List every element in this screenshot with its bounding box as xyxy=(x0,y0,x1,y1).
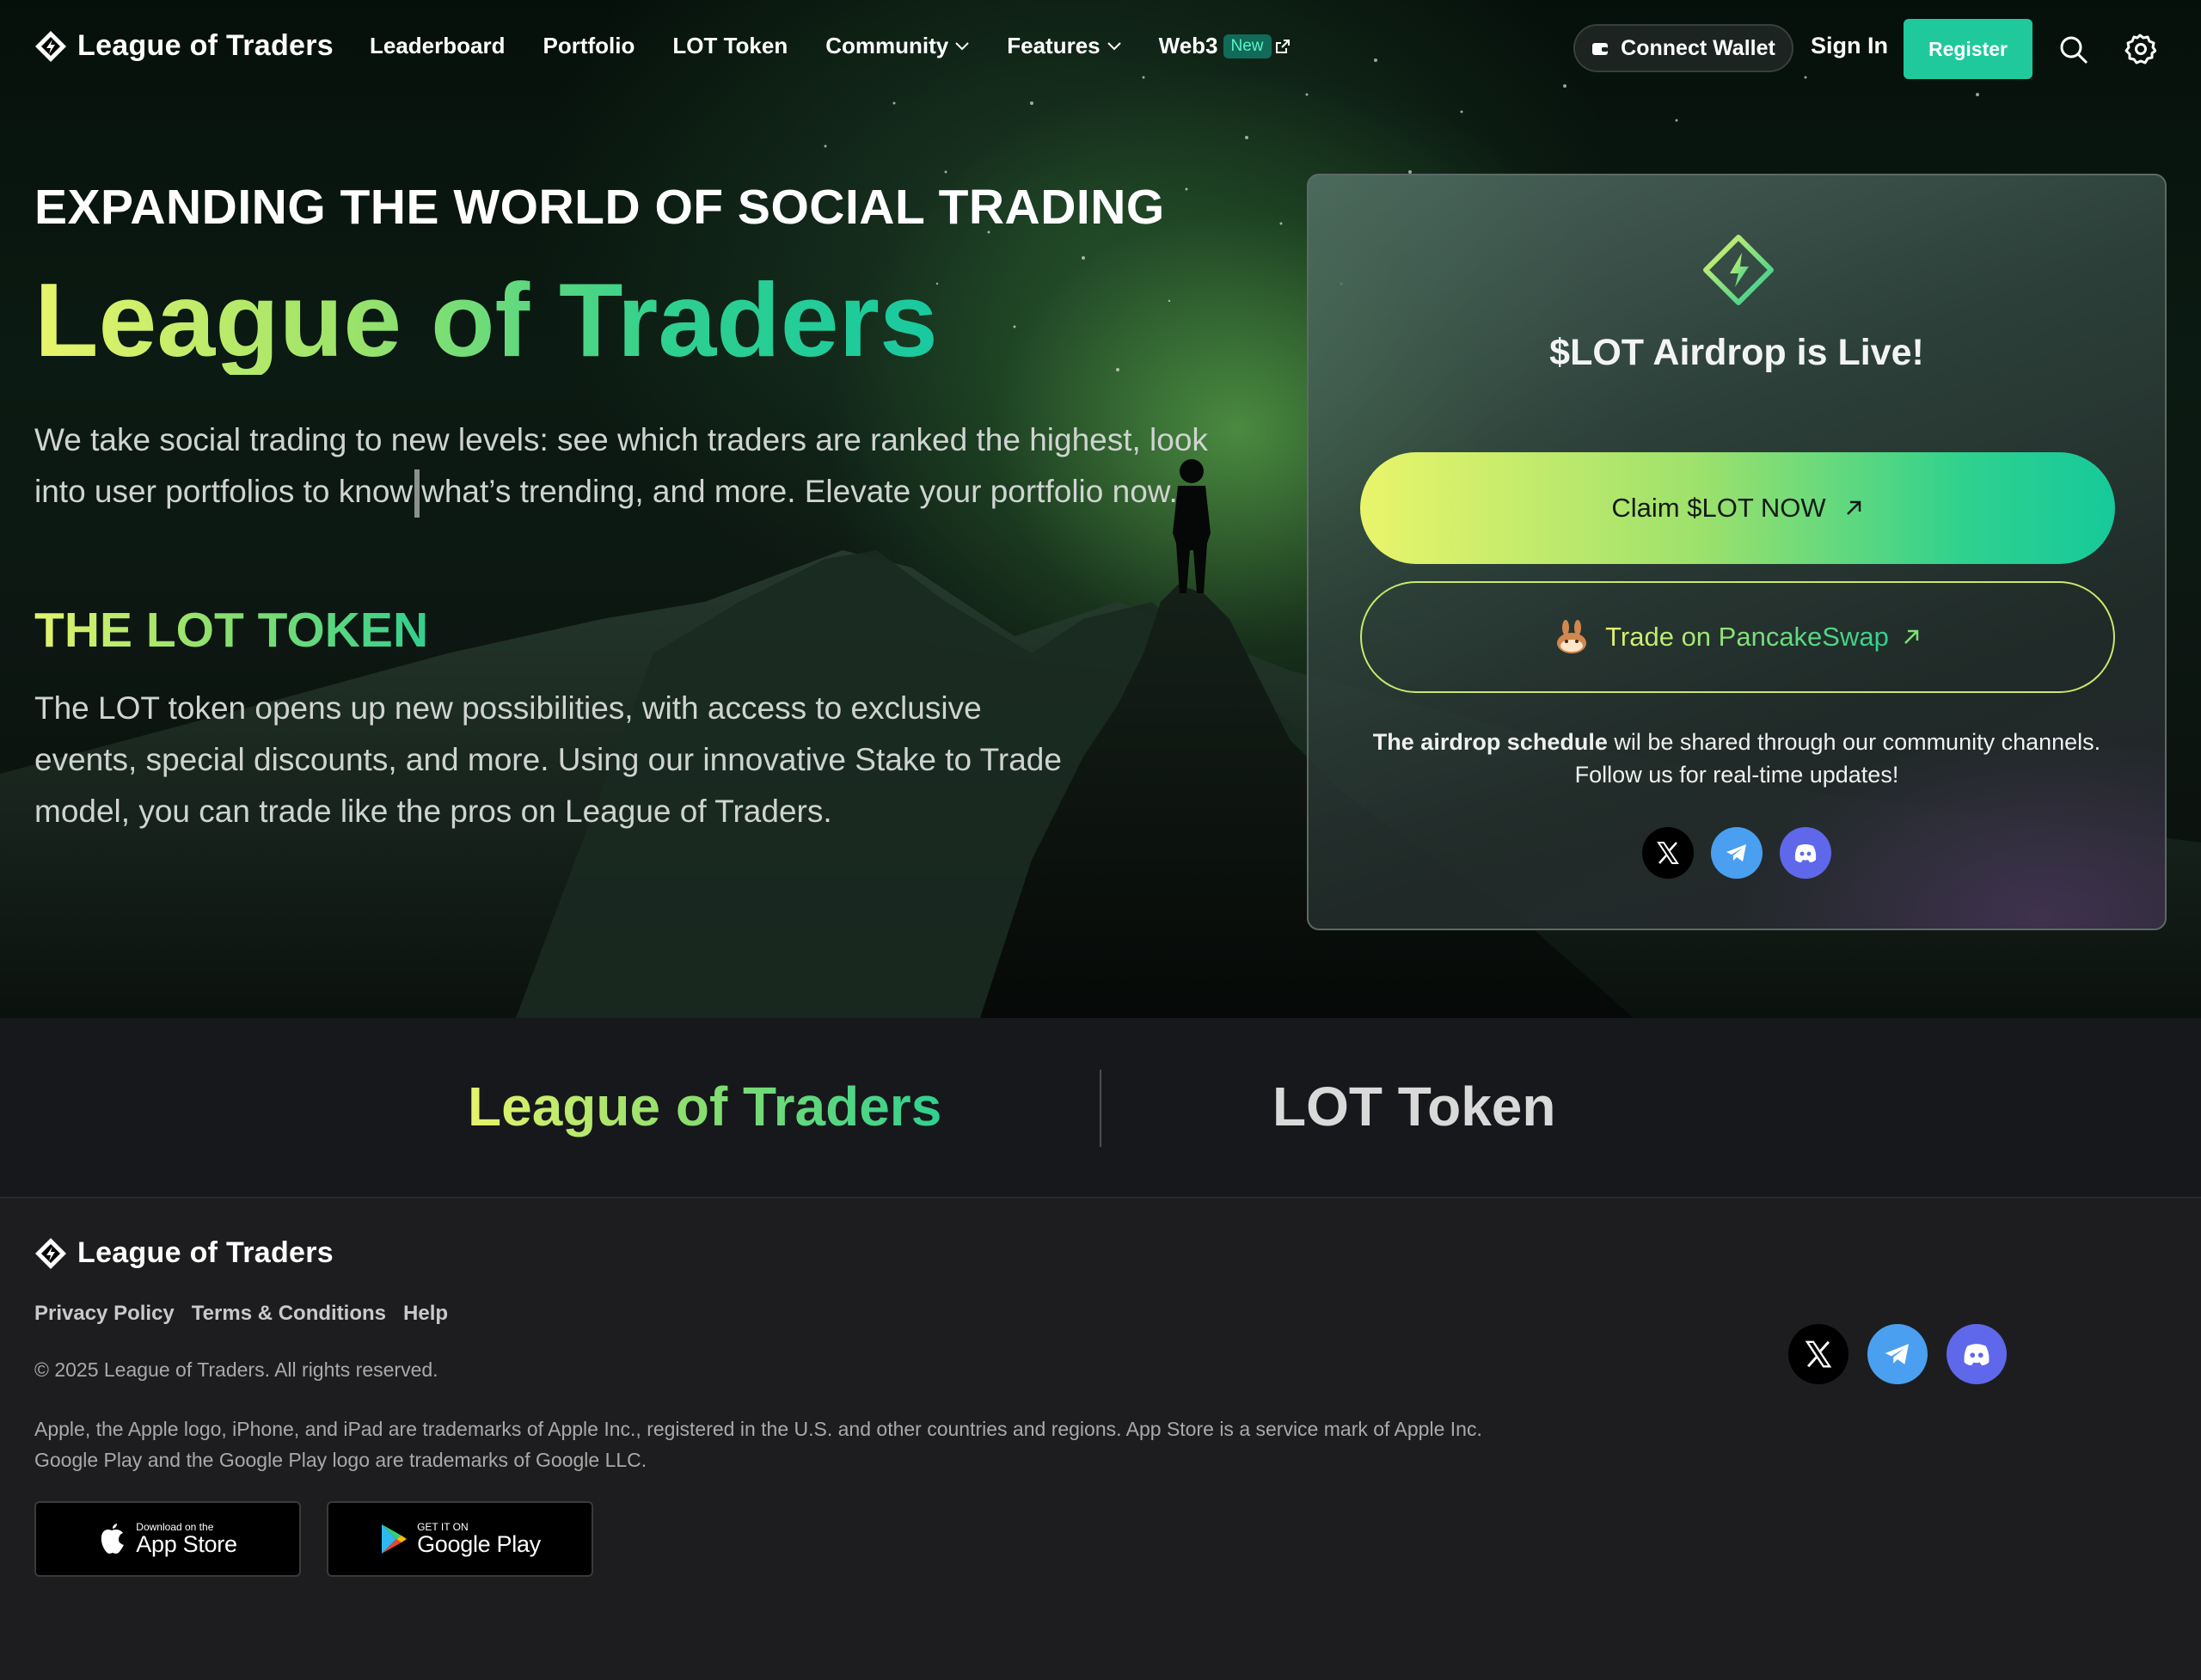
x-link[interactable] xyxy=(1642,827,1694,879)
airdrop-note: The airdrop schedule wil be shared throu… xyxy=(1309,726,2165,791)
hero-kicker: EXPANDING THE WORLD OF SOCIAL TRADING xyxy=(34,180,1165,235)
register-button[interactable]: Register xyxy=(1904,19,2032,79)
discord-icon xyxy=(1794,844,1817,862)
hero-description: We take social trading to new levels: se… xyxy=(34,414,1212,518)
footer: League of Traders Privacy Policy Terms &… xyxy=(0,1200,2201,1680)
footer-x-link[interactable] xyxy=(1788,1324,1848,1384)
connect-wallet-button[interactable]: Connect Wallet xyxy=(1573,24,1793,72)
nav-links: Leaderboard Portfolio LOT Token Communit… xyxy=(370,33,1291,59)
x-icon xyxy=(1657,842,1679,864)
trade-pancakeswap-button[interactable]: Trade on PancakeSwap xyxy=(1360,581,2115,693)
google-play-icon xyxy=(382,1524,408,1554)
telegram-link[interactable] xyxy=(1711,827,1763,879)
pancakeswap-bunny-icon xyxy=(1557,620,1587,653)
footer-legal-apple: Apple, the Apple logo, iPhone, and iPad … xyxy=(34,1418,1482,1440)
arrow-up-right-icon xyxy=(1846,500,1861,515)
tab-divider xyxy=(1100,1070,1101,1147)
apple-icon xyxy=(101,1524,125,1554)
trade-pancakeswap-label: Trade on PancakeSwap xyxy=(1605,622,1889,652)
card-social-links xyxy=(1642,827,1831,879)
airdrop-card: $LOT Airdrop is Live! Claim $LOT NOW Tra… xyxy=(1307,174,2167,930)
app-store-text: Download on the App Store xyxy=(136,1522,237,1557)
footer-social-links xyxy=(1788,1324,2007,1384)
hero-title: League of Traders xyxy=(34,261,938,378)
brand-logo[interactable]: League of Traders xyxy=(34,29,334,63)
discord-icon xyxy=(1964,1344,1989,1366)
chevron-down-icon xyxy=(955,41,969,50)
gear-icon[interactable] xyxy=(2124,33,2156,65)
telegram-icon xyxy=(1885,1344,1910,1364)
google-play-button[interactable]: GET IT ON Google Play xyxy=(327,1501,593,1577)
airdrop-note-bold: The airdrop schedule xyxy=(1372,729,1608,755)
x-icon xyxy=(1805,1340,1832,1368)
footer-links: Privacy Policy Terms & Conditions Help xyxy=(34,1302,448,1326)
nav-dropdown-features[interactable]: Features xyxy=(1007,33,1121,59)
footer-discord-link[interactable] xyxy=(1947,1324,2007,1384)
footer-link-privacy[interactable]: Privacy Policy xyxy=(34,1302,175,1326)
brand-logo-icon xyxy=(35,1237,66,1269)
tab-lot-token[interactable]: LOT Token xyxy=(1272,1075,1555,1138)
nav-link-lot-token[interactable]: LOT Token xyxy=(672,33,788,59)
footer-link-help[interactable]: Help xyxy=(403,1302,448,1326)
app-store-button[interactable]: Download on the App Store xyxy=(34,1501,301,1577)
new-badge: New xyxy=(1223,34,1272,58)
footer-legal-google: Google Play and the Google Play logo are… xyxy=(34,1449,647,1471)
nav-link-portfolio[interactable]: Portfolio xyxy=(543,33,635,59)
airdrop-note-line2: Follow us for real-time updates! xyxy=(1574,762,1899,788)
nav-link-web3-label: Web3 xyxy=(1158,33,1218,58)
external-link-icon xyxy=(1275,39,1290,53)
chevron-down-icon xyxy=(1107,41,1121,50)
nav-link-leaderboard[interactable]: Leaderboard xyxy=(370,33,506,59)
hero-section: League of Traders Leaderboard Portfolio … xyxy=(0,0,2201,1018)
footer-brand-logo[interactable]: League of Traders xyxy=(34,1236,334,1270)
footer-link-terms[interactable]: Terms & Conditions xyxy=(192,1302,386,1326)
top-navbar: League of Traders Leaderboard Portfolio … xyxy=(0,0,2201,98)
airdrop-title: $LOT Airdrop is Live! xyxy=(1549,332,1924,373)
hero-description-part2: what’s trending, and more. Elevate your … xyxy=(421,474,1178,510)
telegram-icon xyxy=(1726,844,1746,861)
sign-in-link[interactable]: Sign In xyxy=(1811,33,1888,59)
brand-name: League of Traders xyxy=(77,29,334,62)
hero-text-block: EXPANDING THE WORLD OF SOCIAL TRADING Le… xyxy=(34,179,1229,837)
footer-telegram-link[interactable] xyxy=(1867,1324,1928,1384)
connect-wallet-label: Connect Wallet xyxy=(1621,35,1775,60)
text-cursor xyxy=(414,469,420,518)
search-icon[interactable] xyxy=(2058,34,2089,65)
nav-dropdown-community[interactable]: Community xyxy=(825,33,969,59)
lot-token-heading: THE LOT TOKEN xyxy=(34,603,429,659)
app-store-big: App Store xyxy=(136,1531,237,1557)
lot-token-icon xyxy=(1703,235,1774,305)
footer-legal: Apple, the Apple logo, iPhone, and iPad … xyxy=(34,1413,1482,1475)
footer-brand-name: League of Traders xyxy=(77,1236,334,1269)
lot-token-description: The LOT token opens up new possibilities… xyxy=(34,690,1062,830)
wallet-icon xyxy=(1592,43,1609,55)
discord-link[interactable] xyxy=(1780,827,1831,879)
claim-lot-button[interactable]: Claim $LOT NOW xyxy=(1360,452,2115,564)
google-play-text: GET IT ON Google Play xyxy=(417,1522,541,1556)
claim-lot-label: Claim $LOT NOW xyxy=(1611,493,1826,523)
brand-logo-icon xyxy=(35,30,66,62)
arrow-up-right-icon xyxy=(1904,629,1919,644)
footer-copyright: © 2025 League of Traders. All rights res… xyxy=(34,1358,438,1381)
airdrop-note-rest: wil be shared through our community chan… xyxy=(1614,729,2101,755)
section-tabs: League of Traders LOT Token xyxy=(0,1018,2201,1199)
nav-link-web3[interactable]: Web3 New xyxy=(1159,33,1291,59)
nav-dropdown-community-label: Community xyxy=(825,33,949,58)
google-play-big: Google Play xyxy=(417,1531,541,1557)
nav-dropdown-features-label: Features xyxy=(1007,33,1100,58)
tab-league-of-traders[interactable]: League of Traders xyxy=(468,1075,941,1138)
